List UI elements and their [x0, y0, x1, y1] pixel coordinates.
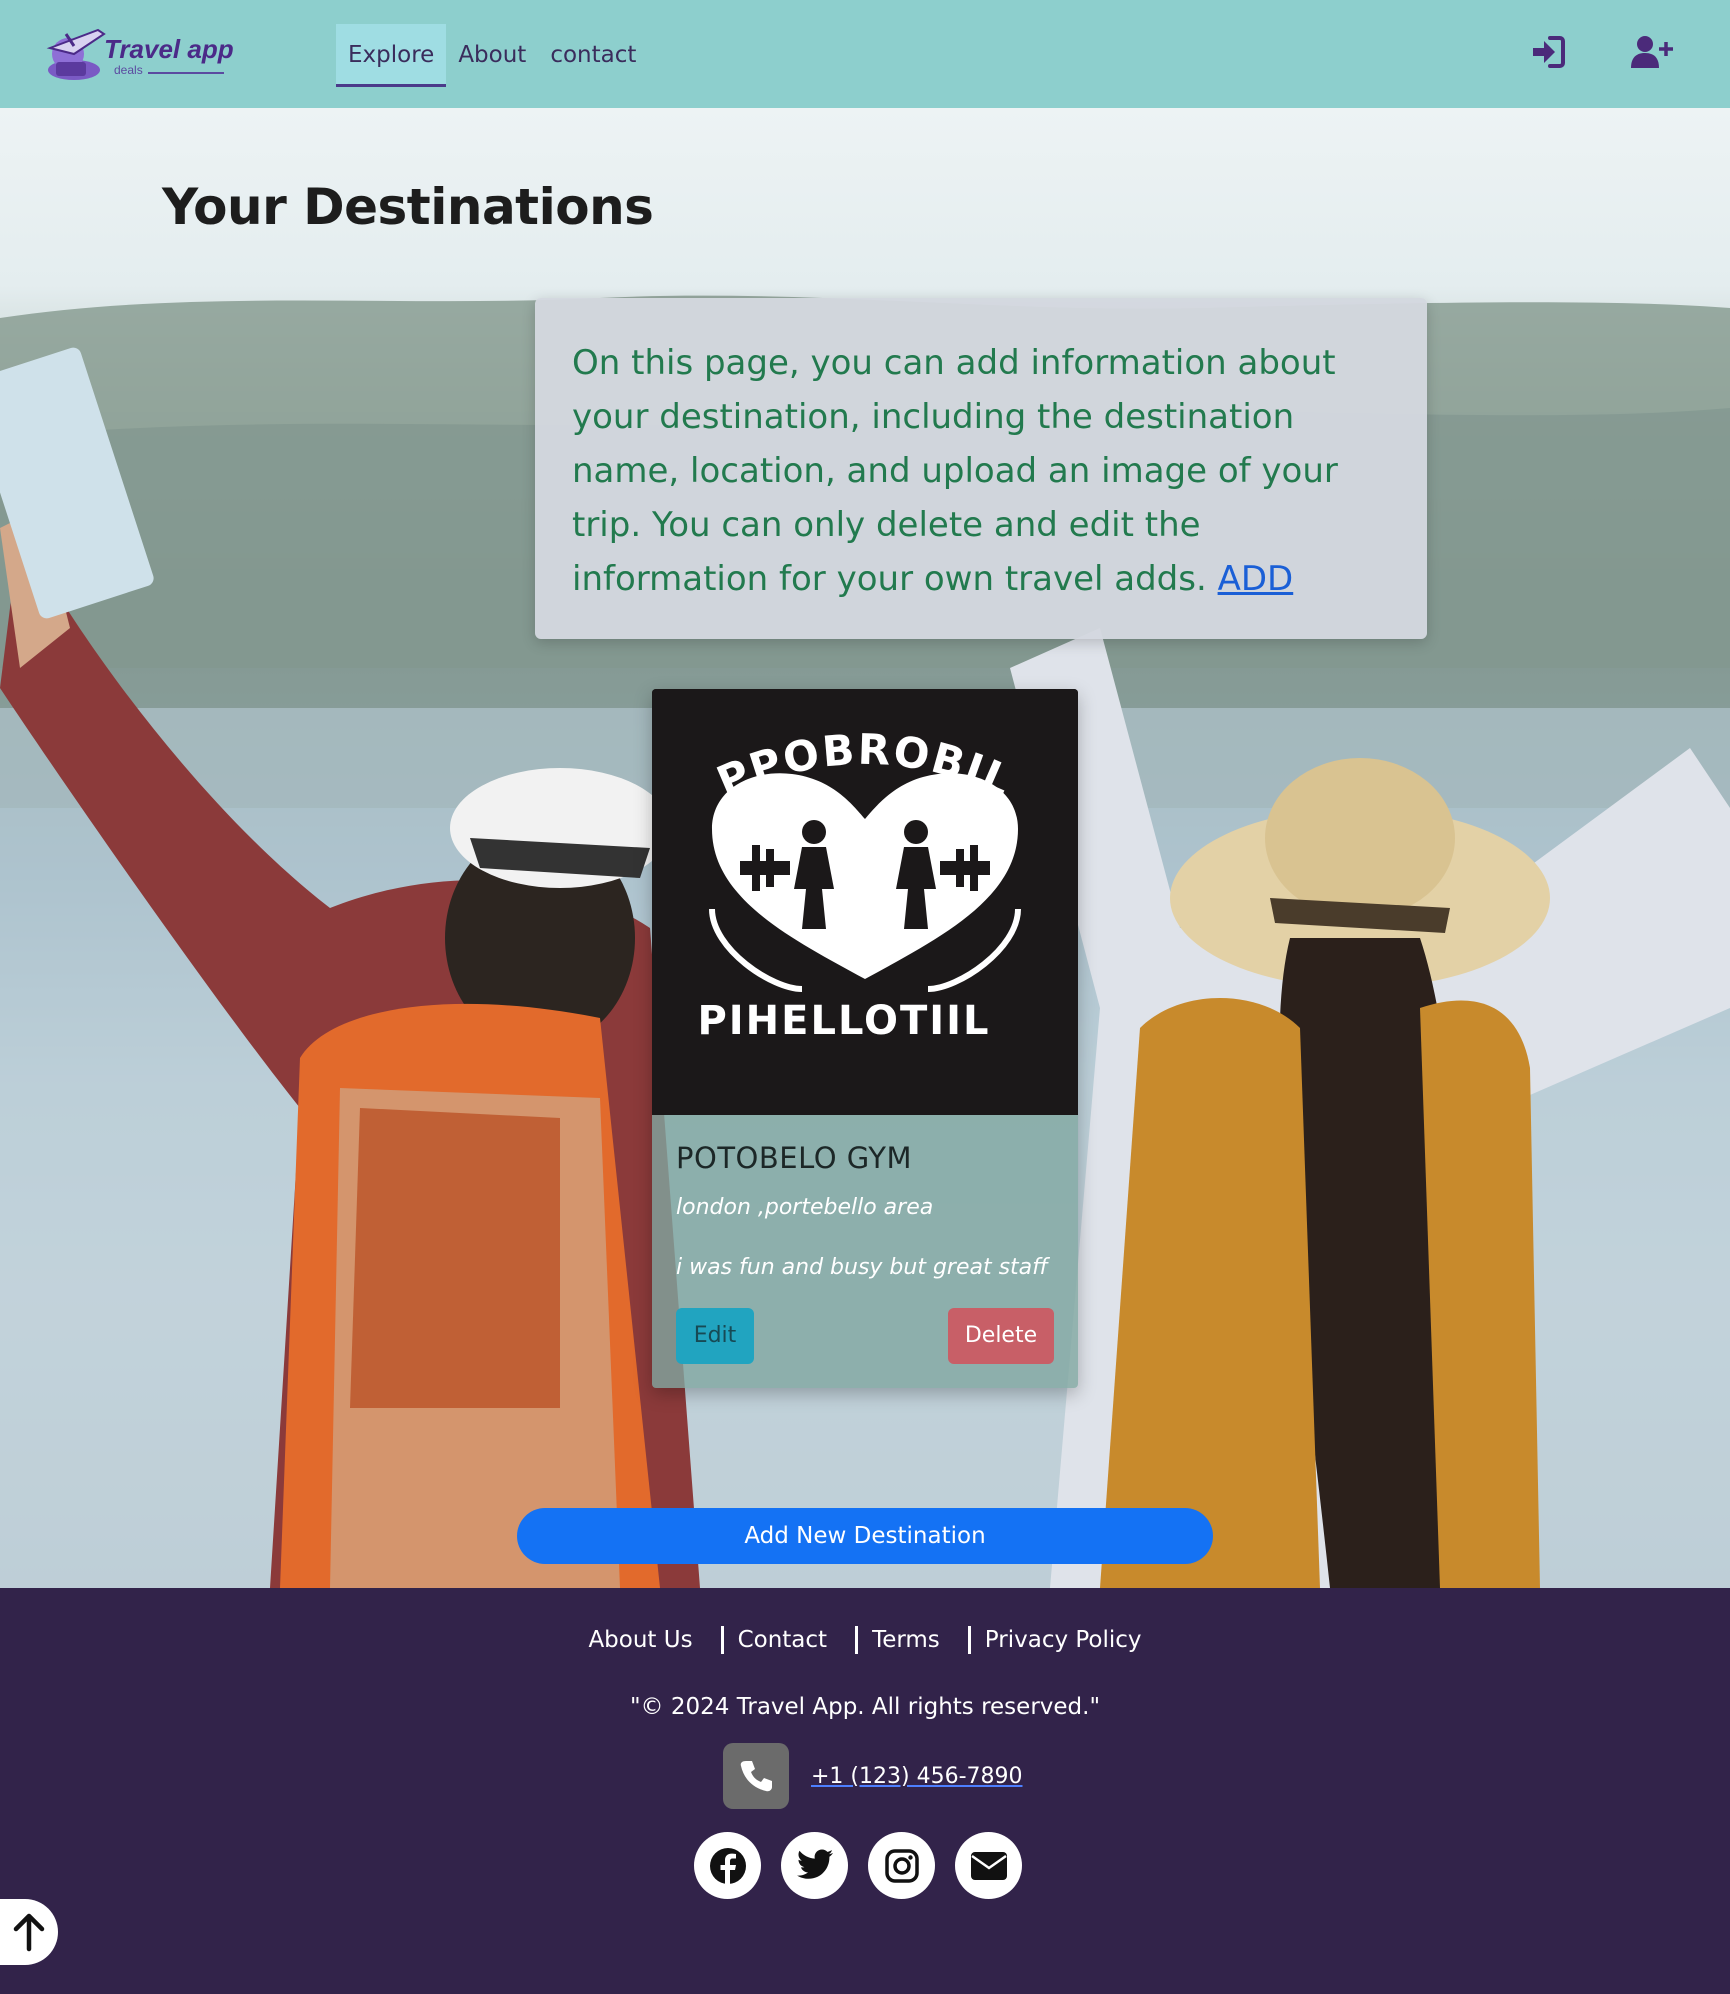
- card-location: london ,portebello area: [676, 1195, 934, 1220]
- arrow-up-icon: [13, 1913, 45, 1952]
- delete-button[interactable]: Delete: [948, 1308, 1054, 1364]
- instagram-icon[interactable]: [868, 1832, 935, 1899]
- page-title: Your Destinations: [162, 178, 654, 236]
- nav-about[interactable]: About: [446, 24, 538, 87]
- image-bottom-text: PIHELLOTIIL: [697, 998, 990, 1044]
- info-box: On this page, you can add information ab…: [535, 298, 1427, 639]
- user-plus-icon[interactable]: [1630, 34, 1674, 70]
- phone-contact: +1 (123) 456-7890: [723, 1743, 1023, 1809]
- card-body: POTOBELO GYM london ,portebello area i w…: [652, 1115, 1078, 1388]
- card-description: i was fun and busy but great staff: [676, 1255, 1049, 1280]
- nav-contact[interactable]: contact: [538, 24, 648, 87]
- logo-text: Travel app: [104, 34, 234, 64]
- phone-icon: [723, 1743, 789, 1809]
- add-destination-button[interactable]: Add New Destination: [517, 1508, 1213, 1564]
- logo-icon: [46, 28, 106, 80]
- edit-button[interactable]: Edit: [676, 1308, 754, 1364]
- logo[interactable]: Travel app deals: [44, 22, 239, 84]
- destination-card: PPOBROBIL PIHELLOTIIL POTOBELO GYM londo…: [652, 689, 1078, 1388]
- info-paragraph: On this page, you can add information ab…: [572, 336, 1391, 606]
- add-link[interactable]: ADD: [1218, 559, 1294, 599]
- twitter-icon[interactable]: [781, 1832, 848, 1899]
- footer-link-contact[interactable]: Contact: [724, 1627, 841, 1653]
- footer-link-privacy[interactable]: Privacy Policy: [971, 1627, 1156, 1653]
- navbar: Travel app deals Explore About contact: [0, 0, 1730, 108]
- social-links: [694, 1832, 1042, 1899]
- copyright: "© 2024 Travel App. All rights reserved.…: [629, 1694, 1101, 1720]
- logo-underline: [148, 72, 224, 74]
- hero-section: Your Destinations On this page, you can …: [0, 108, 1730, 1588]
- facebook-icon[interactable]: [694, 1832, 761, 1899]
- footer-link-terms[interactable]: Terms: [858, 1627, 954, 1653]
- footer: About Us Contact Terms Privacy Policy "©…: [0, 1588, 1730, 1994]
- nav-explore[interactable]: Explore: [336, 24, 447, 87]
- card-title: POTOBELO GYM: [676, 1141, 913, 1175]
- footer-link-about[interactable]: About Us: [574, 1627, 706, 1653]
- destination-image: PPOBROBIL PIHELLOTIIL: [652, 689, 1078, 1115]
- nav-links: Explore About contact: [336, 24, 648, 87]
- envelope-icon[interactable]: [955, 1832, 1022, 1899]
- sign-in-icon[interactable]: [1530, 34, 1566, 70]
- phone-link[interactable]: +1 (123) 456-7890: [811, 1764, 1023, 1789]
- gym-logo-image: PPOBROBIL PIHELLOTIIL: [652, 689, 1078, 1115]
- footer-links: About Us Contact Terms Privacy Policy: [0, 1626, 1730, 1654]
- logo-subtext: deals: [114, 63, 143, 77]
